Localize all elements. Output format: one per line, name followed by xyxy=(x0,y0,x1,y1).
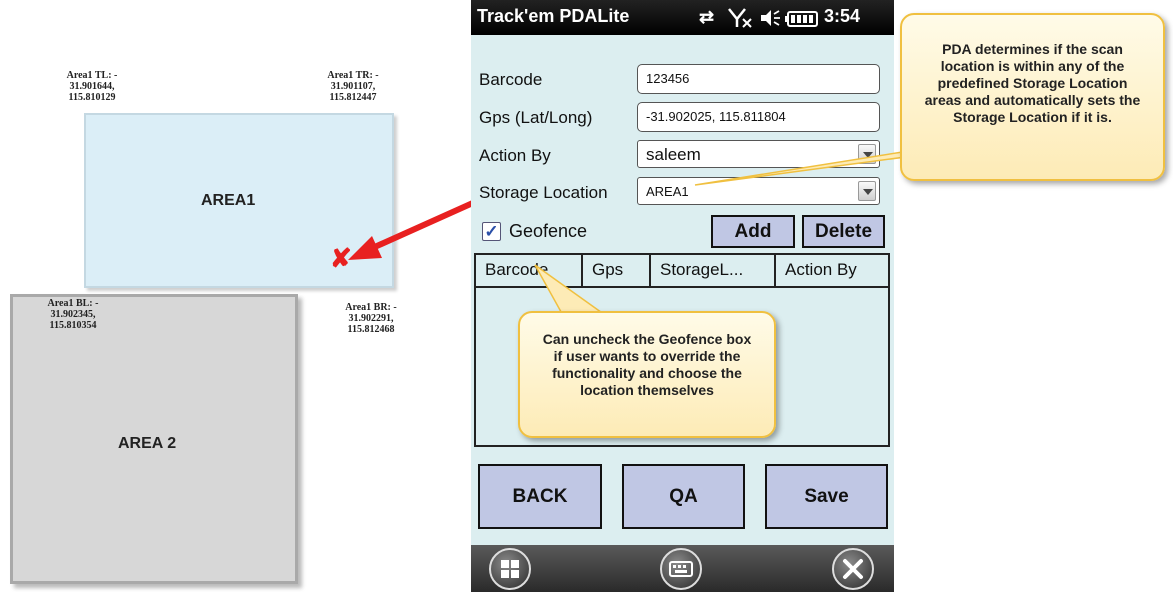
geofence-callout: Can uncheck the Geofence box if user wan… xyxy=(518,311,776,438)
pda-callout: PDA determines if the scan location is w… xyxy=(900,13,1165,181)
